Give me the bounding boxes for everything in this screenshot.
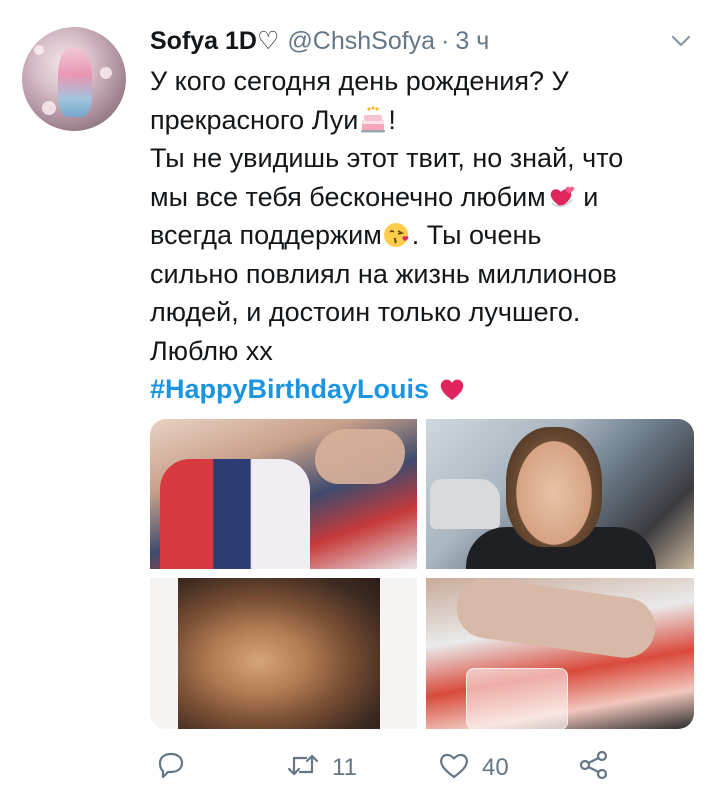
like-button[interactable]: 40 (438, 748, 509, 788)
tweet-line: людей, и достоин только лучшего. (150, 297, 581, 327)
share-button[interactable] (578, 748, 610, 788)
face-blowing-kiss-emoji (383, 221, 411, 249)
like-count: 40 (482, 754, 509, 781)
photo-detail (466, 668, 568, 729)
tweet-line: сильно повлиял на жизнь миллионов (150, 258, 617, 289)
tweet-text: У кого сегодня день рождения? У прекрасн… (150, 62, 670, 409)
photo-hands[interactable] (426, 578, 694, 729)
reply-icon (156, 750, 186, 787)
tweet-fragment: и (575, 181, 599, 212)
red-heart-emoji (438, 375, 466, 403)
photo-detail (160, 459, 310, 569)
tweet-fragment: прекрасного Луи (150, 104, 359, 135)
author-handle[interactable]: @ChshSofya (287, 27, 435, 56)
share-icon (578, 750, 610, 787)
photo-jacket[interactable] (150, 419, 417, 569)
avatar-figure (58, 47, 92, 117)
tweet[interactable]: Sofya 1D♡ @ChshSofya · 3 ч У кого сегодн… (0, 0, 714, 802)
tweet-timestamp[interactable]: 3 ч (455, 27, 489, 56)
author-display-name[interactable]: Sofya 1D♡ (150, 26, 279, 56)
tweet-fragment: мы все тебя бесконечно любим (150, 181, 546, 212)
revolving-hearts-emoji (547, 183, 575, 211)
photo-detail (315, 429, 405, 484)
tweet-line: Люблю хх (150, 335, 273, 366)
photo-smiling-man[interactable] (426, 419, 694, 569)
photo-detail (178, 578, 380, 729)
avatar-decoration (34, 45, 44, 55)
tweet-fragment: ! (388, 104, 396, 135)
heart-icon (438, 750, 470, 787)
tweet-line: Ты не увидишь этот твит, но знай, что (150, 143, 624, 173)
tweet-fragment: . Ты очень (411, 220, 542, 250)
avatar-decoration (100, 67, 112, 79)
retweet-icon (286, 750, 320, 787)
tweet-line: прекрасного Луи! (150, 101, 670, 140)
header-separator: · (441, 26, 450, 55)
tweet-header: Sofya 1D♡ @ChshSofya · 3 ч (150, 24, 489, 58)
photo-detail (452, 578, 660, 662)
chevron-down-icon[interactable] (668, 30, 694, 52)
photo-portrait[interactable] (150, 578, 417, 729)
photo-detail (430, 479, 500, 529)
photo-detail (506, 427, 602, 547)
avatar[interactable] (22, 27, 126, 131)
tweet-line: У кого сегодня день рождения? У (150, 66, 569, 96)
tweet-fragment: всегда поддержим (150, 220, 382, 250)
tweet-line: всегда поддержим . Ты очень (150, 216, 670, 255)
retweet-button[interactable]: 11 (286, 748, 357, 788)
media-grid (150, 419, 694, 729)
tweet-line: мы все тебя бесконечно любим и (150, 178, 670, 217)
hashtag-link[interactable]: #HappyBirthdayLouis (150, 374, 429, 404)
tweet-line: #HappyBirthdayLouis (150, 370, 670, 409)
avatar-decoration (42, 101, 56, 115)
reply-button[interactable] (156, 748, 186, 788)
retweet-count: 11 (332, 754, 357, 781)
birthday-cake-emoji (359, 106, 387, 134)
tweet-actions: 11 40 (150, 748, 670, 788)
